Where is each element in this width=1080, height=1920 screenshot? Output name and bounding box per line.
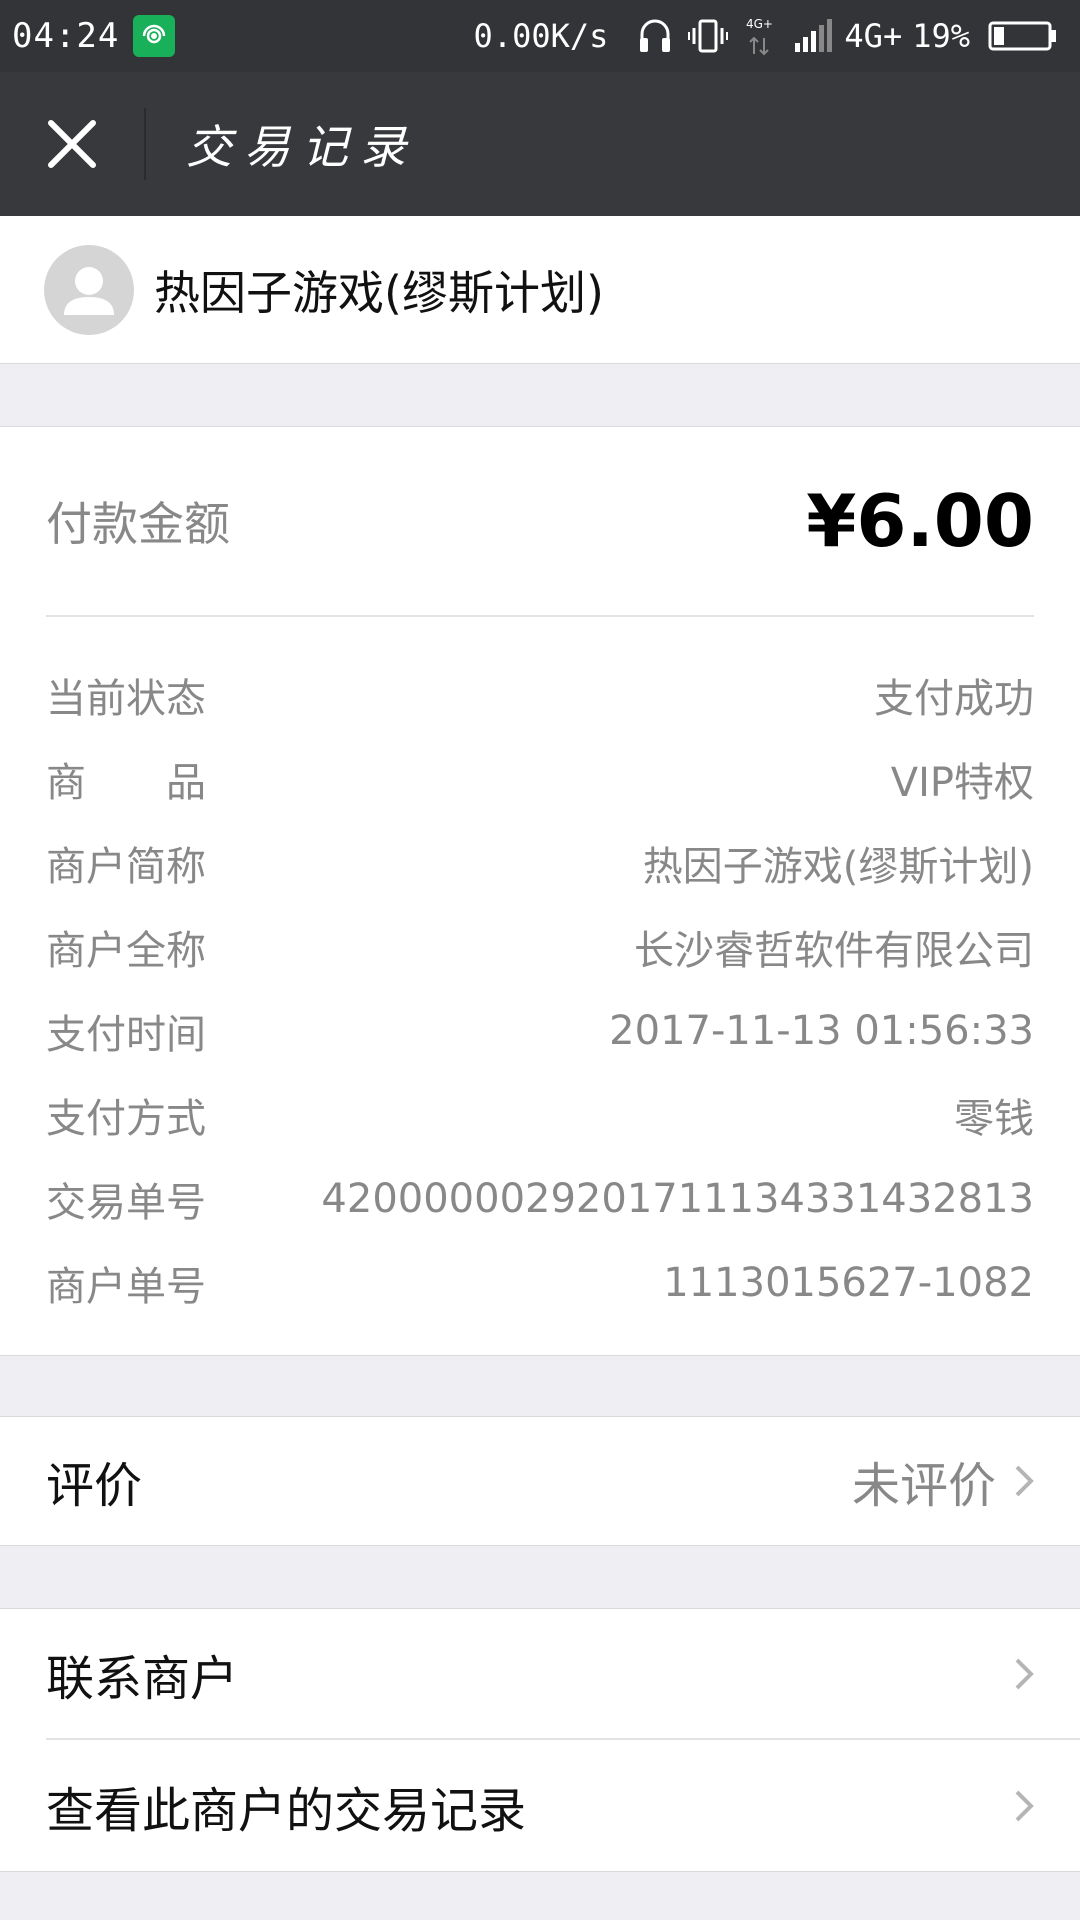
status-bar: 04:24 0.00K/s 4G+ 4G+ 19%	[0, 0, 1080, 72]
amount-value: ¥6.00	[806, 479, 1034, 563]
user-avatar-icon	[44, 244, 134, 335]
detail-row-merchant-short-name: 商户简称 热因子游戏(缪斯计划)	[46, 821, 1034, 905]
detail-label: 交易单号	[46, 1180, 206, 1226]
close-button[interactable]	[0, 72, 144, 216]
detail-row-merchant-order-id: 商户单号 1113015627-1082	[46, 1241, 1034, 1325]
detail-list: 当前状态 支付成功 商 品 VIP特权 商户简称 热因子游戏(缪斯计划) 商户全…	[46, 653, 1034, 1325]
contact-merchant-row[interactable]: 联系商户	[46, 1609, 1080, 1740]
vibrate-icon	[688, 18, 729, 54]
detail-row-payment-method: 支付方式 零钱	[46, 1073, 1034, 1157]
detail-value: VIP特权	[890, 760, 1034, 806]
transaction-details-card: 付款金额 ¥6.00 当前状态 支付成功 商 品 VIP特权 商户简称 热因子游…	[0, 426, 1080, 1356]
hotspot-app-icon	[133, 15, 176, 57]
chevron-right-icon	[1014, 1789, 1034, 1823]
signal-strength-icon	[794, 19, 833, 53]
review-right: 未评价	[852, 1446, 1034, 1516]
detail-label: 商 品	[46, 760, 206, 806]
detail-row-status: 当前状态 支付成功	[46, 653, 1034, 737]
headphones-icon	[638, 18, 672, 54]
detail-value: 2017-11-13 01:56:33	[609, 1008, 1034, 1054]
data-activity-icon: 4G+	[744, 16, 778, 56]
detail-row-merchant-full-name: 商户全称 长沙睿哲软件有限公司	[46, 905, 1034, 989]
page-title: 交易记录	[186, 120, 418, 174]
review-row[interactable]: 评价 未评价	[0, 1416, 1080, 1546]
detail-label: 支付时间	[46, 1012, 206, 1058]
detail-value: 1113015627-1082	[663, 1260, 1034, 1306]
status-bar-left: 04:24	[12, 0, 176, 72]
detail-value: 热因子游戏(缪斯计划)	[642, 844, 1034, 890]
chevron-right-icon	[1014, 1464, 1034, 1498]
battery-fill	[994, 27, 1004, 45]
network-speed: 0.00K/s	[473, 17, 609, 55]
detail-value: 支付成功	[874, 676, 1034, 722]
detail-value: 4200000029201711134331432813	[321, 1176, 1034, 1222]
title-bar: 交易记录	[0, 72, 1080, 216]
status-time: 04:24	[12, 16, 120, 56]
detail-label: 商户单号	[46, 1264, 206, 1310]
payment-amount-row: 付款金额 ¥6.00	[46, 427, 1034, 617]
detail-label: 商户全称	[46, 928, 206, 974]
status-bar-right: 0.00K/s 4G+ 4G+ 19%	[474, 0, 1066, 72]
review-status: 未评价	[851, 1458, 996, 1514]
close-icon	[48, 120, 96, 168]
detail-row-transaction-id: 交易单号 4200000029201711134331432813	[46, 1157, 1034, 1241]
amount-label: 付款金额	[46, 497, 230, 551]
contact-merchant-label: 联系商户	[46, 1650, 239, 1707]
detail-row-product: 商 品 VIP特权	[46, 737, 1034, 821]
detail-row-payment-time: 支付时间 2017-11-13 01:56:33	[46, 989, 1034, 1073]
merchant-transactions-label: 查看此商户的交易记录	[46, 1782, 527, 1839]
network-type: 4G+	[844, 17, 903, 55]
title-divider	[144, 108, 146, 180]
signal-small-label: 4G+	[746, 17, 773, 31]
merchant-actions-card: 联系商户 查看此商户的交易记录	[0, 1608, 1080, 1872]
merchant-header: 热因子游戏(缪斯计划)	[0, 216, 1080, 364]
detail-value: 长沙睿哲软件有限公司	[634, 928, 1034, 974]
detail-label: 支付方式	[46, 1096, 206, 1142]
merchant-transactions-row[interactable]: 查看此商户的交易记录	[46, 1740, 1080, 1871]
chevron-right-icon	[1014, 1657, 1034, 1691]
battery-percent: 19%	[912, 17, 970, 55]
battery-icon	[988, 20, 1058, 52]
detail-label: 当前状态	[46, 676, 206, 722]
detail-label: 商户简称	[46, 844, 206, 890]
review-label: 评价	[46, 1458, 143, 1514]
merchant-name: 热因子游戏(缪斯计划)	[154, 265, 604, 320]
detail-value: 零钱	[954, 1096, 1034, 1142]
